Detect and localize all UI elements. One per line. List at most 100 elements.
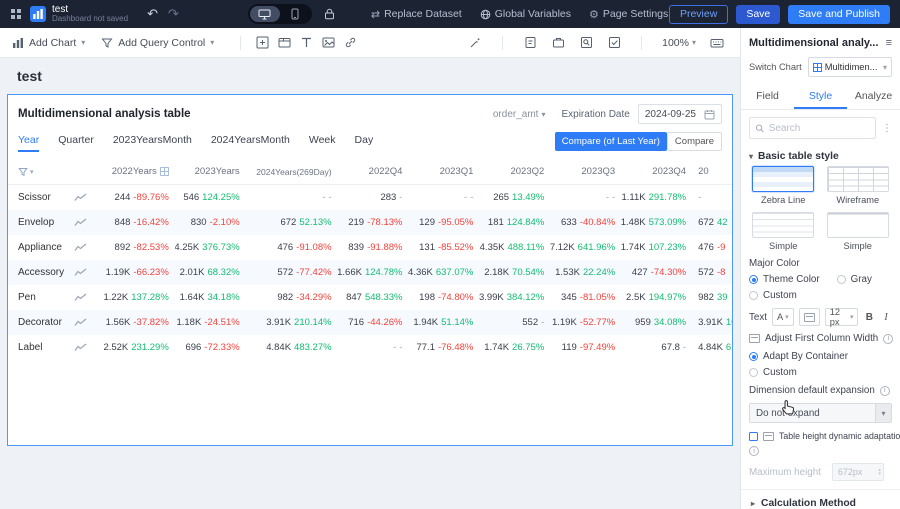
add-chart-button[interactable]: Add Chart ▾ bbox=[12, 37, 85, 49]
italic-button[interactable]: I bbox=[880, 312, 892, 323]
lock-icon[interactable] bbox=[324, 8, 335, 20]
search-box[interactable] bbox=[749, 117, 876, 139]
table-row[interactable]: Decorator 1.56K -37.82% 1.18K -24.51% 3.91K 21… bbox=[8, 310, 732, 335]
app-menu-icon[interactable] bbox=[10, 8, 22, 20]
tab-style[interactable]: Style bbox=[794, 84, 847, 109]
export-document-icon[interactable] bbox=[519, 32, 541, 54]
insert-component-icon[interactable] bbox=[251, 32, 273, 54]
tab-analyze[interactable]: Analyze bbox=[847, 84, 900, 109]
table-row[interactable]: Pen 1.22K 137.28% 1.64K 34.18% 982 -34.29% 847 5… bbox=[8, 285, 732, 310]
save-and-publish-button[interactable]: Save and Publish bbox=[788, 4, 890, 24]
info-icon[interactable]: i bbox=[883, 333, 894, 344]
search-page-icon[interactable] bbox=[575, 32, 597, 54]
trend-chart-icon[interactable] bbox=[74, 243, 87, 252]
image-component-icon[interactable] bbox=[317, 32, 339, 54]
redo-icon[interactable]: ↷ bbox=[168, 6, 179, 22]
edit-toolbar: Add Chart ▾ Add Query Control ▾ 100% ▾ bbox=[0, 28, 740, 58]
desktop-view-toggle[interactable] bbox=[249, 6, 280, 22]
info-icon[interactable]: i bbox=[749, 446, 759, 456]
page-settings-button[interactable]: ⚙ Page Settings bbox=[589, 8, 668, 21]
column-header[interactable]: 2023Q1 bbox=[408, 166, 479, 177]
section-basic-table-style[interactable]: ▾ Basic table style bbox=[749, 151, 892, 162]
add-query-control-button[interactable]: Add Query Control ▾ bbox=[101, 37, 214, 49]
table-style-option-2-wireframe[interactable]: Wireframe bbox=[824, 166, 893, 205]
switch-chart-dropdown[interactable]: Multidimen... ▾ bbox=[807, 57, 892, 77]
column-header[interactable]: 20 bbox=[692, 166, 732, 177]
style-thumbnail[interactable] bbox=[826, 166, 889, 192]
table-height-checkbox[interactable] bbox=[749, 431, 758, 441]
style-label: Simple bbox=[843, 241, 872, 251]
font-family-dropdown[interactable]: A ▾ bbox=[771, 308, 794, 326]
table-style-option-3-simple[interactable]: Simple bbox=[749, 212, 818, 251]
column-header[interactable]: 2023Years bbox=[175, 166, 246, 177]
format-brush-icon[interactable] bbox=[464, 32, 486, 54]
font-size-dropdown[interactable]: 12 px ▾ bbox=[824, 307, 859, 327]
table-row[interactable]: Accessory 1.19K -66.23% 2.01K 68.32% 572 -77.4… bbox=[8, 260, 732, 285]
briefcase-icon[interactable] bbox=[547, 32, 569, 54]
dashboard-canvas[interactable]: test Multidimensional analysis table ord… bbox=[0, 58, 740, 509]
kebab-menu-icon[interactable]: ⋮ bbox=[882, 123, 892, 134]
card-tab-2024yearsmonth[interactable]: 2024YearsMonth bbox=[211, 131, 290, 152]
card-tab-week[interactable]: Week bbox=[309, 131, 336, 152]
table-style-option-4-simple[interactable]: Simple bbox=[824, 212, 893, 251]
column-header[interactable]: 2022Years bbox=[104, 166, 175, 177]
mobile-view-toggle[interactable] bbox=[280, 6, 310, 22]
hyperlink-icon[interactable] bbox=[339, 32, 361, 54]
style-thumbnail[interactable] bbox=[826, 212, 889, 238]
custom-color-radio[interactable] bbox=[749, 291, 758, 300]
tab-field[interactable]: Field bbox=[741, 84, 794, 109]
bold-button[interactable]: B bbox=[863, 312, 875, 323]
table-row[interactable]: Label 2.52K 231.29% 696 -72.33% 4.84K 483.27% -… bbox=[8, 335, 732, 360]
replace-dataset-button[interactable]: ⇄ Replace Dataset bbox=[371, 8, 462, 21]
panel-menu-icon[interactable]: ≡ bbox=[886, 37, 892, 49]
dimension-expansion-dropdown[interactable]: Do not expand ▾ bbox=[749, 403, 892, 423]
info-icon[interactable]: i bbox=[879, 385, 890, 396]
style-thumbnail[interactable] bbox=[752, 212, 815, 238]
trend-chart-icon[interactable] bbox=[74, 193, 87, 202]
column-header[interactable]: 2023Q2 bbox=[479, 166, 550, 177]
trend-chart-icon[interactable] bbox=[74, 343, 87, 352]
search-input[interactable] bbox=[768, 122, 870, 134]
gray-radio[interactable] bbox=[836, 275, 846, 284]
column-meta-icon[interactable] bbox=[159, 167, 169, 176]
global-variables-button[interactable]: Global Variables bbox=[480, 8, 571, 21]
table-row[interactable]: Scissor 244 -89.76% 546 124.25% - - 283- - - 265 13… bbox=[8, 185, 732, 210]
section-calculation-method[interactable]: ▸ Calculation Method bbox=[741, 489, 900, 509]
trend-chart-icon[interactable] bbox=[74, 268, 87, 277]
column-header[interactable]: 2022Q4 bbox=[338, 166, 409, 177]
device-toggle[interactable] bbox=[247, 4, 312, 24]
table-row[interactable]: Appliance 892 -82.53% 4.25K 376.73% 476 -91.08… bbox=[8, 235, 732, 260]
font-color-picker[interactable] bbox=[798, 308, 820, 326]
dimension-column-header[interactable]: ▾ bbox=[8, 167, 104, 177]
expiration-date-input[interactable]: 2024-09-25 bbox=[637, 104, 722, 124]
card-tab-year[interactable]: Year bbox=[18, 131, 40, 152]
trend-chart-icon[interactable] bbox=[74, 218, 87, 227]
tab-container-icon[interactable] bbox=[273, 32, 295, 54]
multidimensional-table-card[interactable]: Multidimensional analysis table order_am… bbox=[7, 94, 733, 446]
checklist-icon[interactable] bbox=[603, 32, 625, 54]
preview-button[interactable]: Preview bbox=[668, 4, 729, 24]
card-tab-day[interactable]: Day bbox=[355, 131, 374, 152]
compare-button[interactable]: Compare bbox=[666, 132, 722, 151]
theme-color-radio[interactable] bbox=[749, 275, 758, 284]
save-button[interactable]: Save bbox=[736, 4, 781, 24]
custom-width-radio[interactable] bbox=[749, 368, 758, 377]
column-header[interactable]: 2023Q3 bbox=[550, 166, 621, 177]
column-header[interactable]: 2024Years(269Day) bbox=[246, 167, 338, 177]
text-component-icon[interactable] bbox=[295, 32, 317, 54]
undo-icon[interactable]: ↶ bbox=[147, 6, 158, 22]
measure-dropdown[interactable]: order_amt ▾ bbox=[493, 109, 546, 120]
card-tab-quarter[interactable]: Quarter bbox=[58, 131, 94, 152]
trend-chart-icon[interactable] bbox=[74, 293, 87, 302]
trend-chart-icon[interactable] bbox=[74, 318, 87, 327]
adapt-by-container-radio[interactable] bbox=[749, 352, 758, 361]
style-thumbnail[interactable] bbox=[752, 166, 815, 192]
keyboard-shortcuts-icon[interactable] bbox=[706, 32, 728, 54]
compare-last-year-button[interactable]: Compare (of Last Year) bbox=[554, 132, 667, 151]
zoom-dropdown[interactable]: 100% ▾ bbox=[662, 37, 696, 49]
column-header[interactable]: 2023Q4 bbox=[621, 166, 692, 177]
table-cell: 1.74K 26.75% bbox=[484, 342, 545, 353]
table-row[interactable]: Envelop 848 -16.42% 830 -2.10% 672 52.13% 219 -7… bbox=[8, 210, 732, 235]
card-tab-2023yearsmonth[interactable]: 2023YearsMonth bbox=[113, 131, 192, 152]
table-style-option-1-zebra-line[interactable]: Zebra Line bbox=[749, 166, 818, 205]
